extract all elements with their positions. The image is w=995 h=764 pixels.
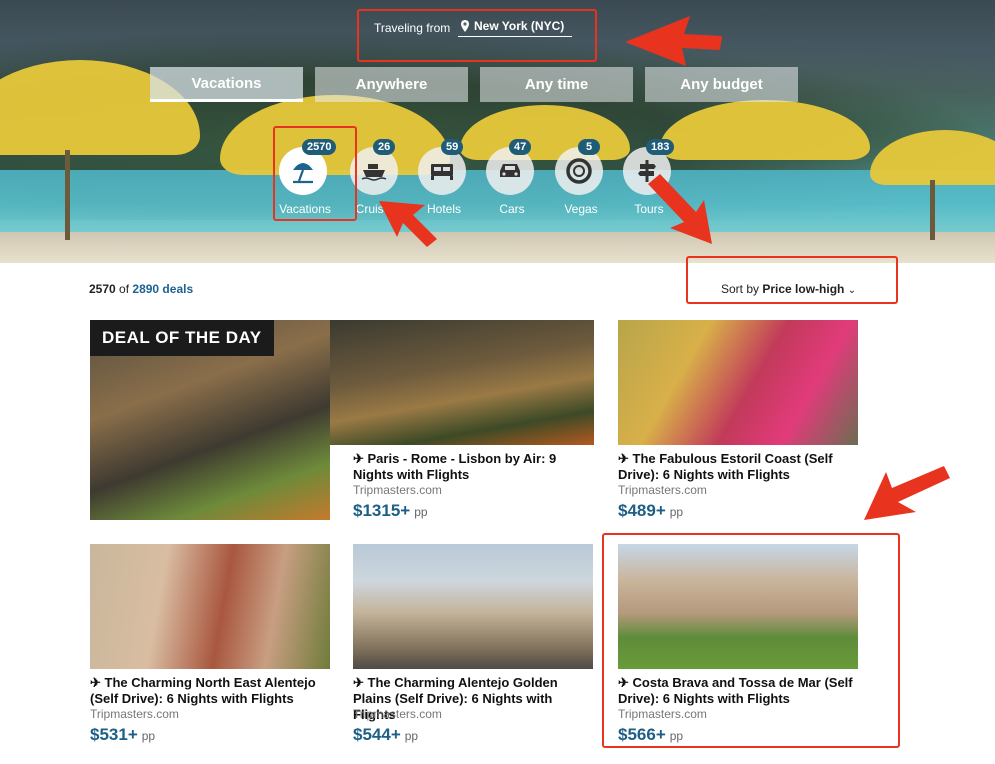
card-price-unit: pp	[141, 729, 156, 743]
annotation-arrow-sort	[648, 174, 712, 244]
search-tabs: Vacations Anywhere Any time Any budget	[150, 67, 798, 102]
deal-image-alentejo[interactable]	[90, 544, 330, 669]
results-count: 2570 of 2890 deals	[89, 282, 193, 296]
category-count-badge: 47	[509, 139, 532, 155]
card-price-value: $1315+	[353, 501, 411, 520]
tab-anywhere[interactable]: Anywhere	[315, 67, 468, 102]
chevron-down-icon: ⌄	[847, 285, 857, 296]
umbrella-pole-decoration	[930, 180, 935, 240]
category-count-badge: 59	[441, 139, 464, 155]
annotation-arrow-cruises	[379, 201, 437, 247]
car-icon	[500, 164, 520, 177]
annotation-arrow-traveling-from	[625, 16, 722, 66]
tab-any-time[interactable]: Any time	[480, 67, 633, 102]
category-count-badge: 5	[578, 139, 600, 155]
ship-icon	[361, 164, 387, 181]
card-price: $1315+ pp	[353, 501, 428, 521]
tab-vacations[interactable]: Vacations	[150, 67, 303, 102]
annotation-box-vacations-category	[273, 126, 357, 221]
annotation-box-costa-brava	[602, 533, 900, 748]
origin-city-selector[interactable]: New York (NYC)	[458, 17, 572, 37]
deal-image-market-stalls[interactable]	[330, 320, 594, 445]
casino-chip-icon	[566, 158, 592, 184]
category-icon-circle	[555, 147, 603, 195]
card-price-value: $544+	[353, 725, 401, 744]
card-site: Tripmasters.com	[353, 707, 442, 721]
category-count-badge: 183	[646, 139, 675, 155]
category-icon-circle	[418, 147, 466, 195]
total-deals-link[interactable]: 2890 deals	[132, 282, 193, 296]
sort-value: Price low-high	[762, 282, 845, 296]
card-title[interactable]: ✈ The Charming North East Alentejo (Self…	[90, 675, 325, 707]
sort-prefix: Sort by	[721, 282, 760, 296]
card-price-unit: pp	[669, 505, 684, 519]
deal-image-estoril[interactable]	[618, 320, 858, 445]
category-icon-circle	[486, 147, 534, 195]
card-price: $489+ pp	[618, 501, 683, 521]
location-pin-icon	[461, 20, 469, 32]
traveling-from-label: Traveling from	[374, 21, 451, 35]
card-site: Tripmasters.com	[353, 483, 442, 497]
card-site: Tripmasters.com	[618, 483, 707, 497]
sort-dropdown[interactable]: Sort by Price low-high ⌄	[721, 282, 856, 296]
category-count-badge: 26	[373, 139, 396, 155]
card-site: Tripmasters.com	[90, 707, 179, 721]
card-title[interactable]: ✈ The Fabulous Estoril Coast (Self Drive…	[618, 451, 848, 483]
deal-of-the-day-badge: DEAL OF THE DAY	[90, 320, 274, 356]
card-price-value: $489+	[618, 501, 666, 520]
umbrella-pole-decoration	[65, 150, 70, 240]
annotation-arrow-costa-brava	[864, 466, 950, 520]
card-price: $544+ pp	[353, 725, 418, 745]
card-title[interactable]: ✈ Paris - Rome - Lisbon by Air: 9 Nights…	[353, 451, 583, 483]
card-price-value: $531+	[90, 725, 138, 744]
annotation-box-sort	[686, 256, 898, 304]
deal-image-golden-plains[interactable]	[353, 544, 593, 669]
category-icon-circle	[350, 147, 398, 195]
card-price: $531+ pp	[90, 725, 155, 745]
origin-city-value: New York (NYC)	[474, 19, 565, 33]
card-price-unit: pp	[414, 505, 428, 519]
bed-icon	[431, 164, 453, 180]
results-shown: 2570	[89, 282, 116, 296]
tab-any-budget[interactable]: Any budget	[645, 67, 798, 102]
results-of: of	[119, 282, 130, 296]
card-price-unit: pp	[404, 729, 419, 743]
